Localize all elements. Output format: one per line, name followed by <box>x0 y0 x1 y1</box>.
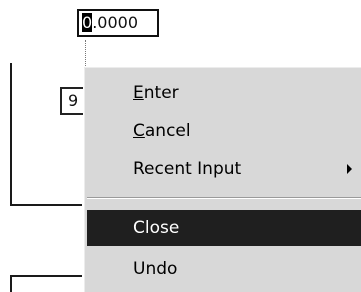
dynamic-input-selected-text: 0 <box>82 13 93 32</box>
dynamic-input-text: .0000 <box>92 13 138 32</box>
menu-item-enter[interactable]: Enter <box>87 75 361 111</box>
drawing-line <box>10 276 12 292</box>
chevron-right-icon <box>347 164 352 174</box>
menu-item-cancel[interactable]: Cancel <box>87 113 361 149</box>
drawing-line <box>10 204 82 206</box>
menu-accelerator: C <box>133 121 145 141</box>
drawing-canvas[interactable]: 0.0000 9 Enter Cancel Recent Input Close… <box>0 0 361 292</box>
menu-separator <box>87 197 361 199</box>
context-menu: Enter Cancel Recent Input Close Undo <box>83 66 361 292</box>
crosshair-guide <box>85 40 86 68</box>
dimension-tooltip-text: 9 <box>68 91 79 110</box>
drawing-line <box>10 275 82 277</box>
dynamic-input-field[interactable]: 0.0000 <box>77 9 159 37</box>
menu-item-recent-input[interactable]: Recent Input <box>87 151 361 187</box>
menu-accelerator: E <box>133 83 144 103</box>
menu-item-label: Close <box>133 218 180 238</box>
menu-item-label: ancel <box>144 121 191 141</box>
menu-item-label: Recent Input <box>133 159 242 179</box>
menu-item-label: Undo <box>133 259 178 279</box>
menu-item-undo[interactable]: Undo <box>87 251 361 287</box>
drawing-line <box>10 63 12 205</box>
menu-item-label: nter <box>143 83 179 103</box>
menu-item-close[interactable]: Close <box>87 210 361 246</box>
